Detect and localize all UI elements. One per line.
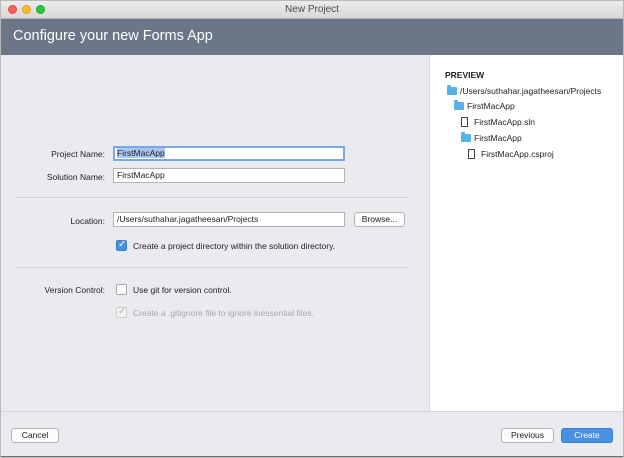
header-banner: Configure your new Forms App xyxy=(1,19,623,55)
checkmark-icon: ✓ xyxy=(118,239,127,250)
project-name-label: Project Name: xyxy=(51,149,105,159)
title-bar: New Project xyxy=(1,1,623,19)
create-button[interactable]: Create xyxy=(561,428,613,443)
project-name-value: FirstMacApp xyxy=(117,148,165,158)
new-project-window: New Project Configure your new Forms App… xyxy=(0,0,624,458)
cancel-button[interactable]: Cancel xyxy=(11,428,59,443)
tree-item-label: FirstMacApp.csproj xyxy=(481,149,554,159)
create-directory-label: Create a project directory within the so… xyxy=(133,241,336,251)
version-control-label: Version Control: xyxy=(44,285,105,295)
file-icon xyxy=(468,149,475,159)
browse-button[interactable]: Browse... xyxy=(354,212,405,227)
window-title: New Project xyxy=(285,4,339,15)
folder-icon xyxy=(461,132,471,142)
location-input[interactable]: /Users/suthahar.jagatheesan/Projects xyxy=(113,212,345,227)
folder-icon xyxy=(454,100,464,110)
preview-panel: PREVIEW /Users/suthahar.jagatheesan/Proj… xyxy=(429,55,623,411)
location-label: Location: xyxy=(70,216,106,226)
project-name-input[interactable]: FirstMacApp xyxy=(113,146,345,161)
folder-icon xyxy=(447,85,457,95)
solution-name-input[interactable]: FirstMacApp xyxy=(113,168,345,183)
solution-name-label: Solution Name: xyxy=(46,172,105,182)
tree-item-label: FirstMacApp xyxy=(467,101,515,111)
file-icon xyxy=(461,117,468,127)
form-area: Project Name: FirstMacApp Solution Name:… xyxy=(1,55,429,411)
use-git-checkbox[interactable] xyxy=(116,284,127,295)
footer-bar: Cancel Previous Create xyxy=(1,411,623,457)
tree-item-label: FirstMacApp.sln xyxy=(474,117,535,127)
separator xyxy=(15,197,409,198)
gitignore-checkbox: ✓ xyxy=(116,306,127,318)
tree-item-label: /Users/suthahar.jagatheesan/Projects xyxy=(460,86,602,96)
page-title: Configure your new Forms App xyxy=(13,28,213,44)
create-directory-checkbox[interactable]: ✓ xyxy=(116,239,127,251)
separator xyxy=(15,267,409,268)
tree-item-label: FirstMacApp xyxy=(474,133,522,143)
use-git-label: Use git for version control. xyxy=(133,285,232,295)
preview-heading: PREVIEW xyxy=(445,70,485,80)
checkmark-icon: ✓ xyxy=(118,306,127,317)
gitignore-label: Create a .gitignore file to ignore iness… xyxy=(133,308,314,318)
previous-button[interactable]: Previous xyxy=(501,428,554,443)
